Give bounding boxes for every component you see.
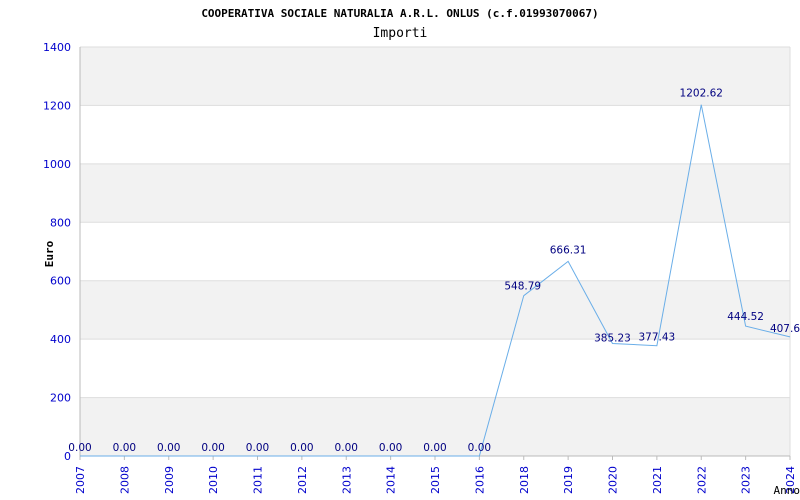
x-tick-labels: 2007 2008 2009 2010 2011 2012 2013 2014 2015 2016…: [74, 456, 797, 494]
data-label: 0.00: [335, 442, 358, 454]
y-tick-label: 400: [50, 333, 71, 346]
data-label: 666.31: [550, 244, 587, 256]
chart-title: COOPERATIVA SOCIALE NATURALIA A.R.L. ONL…: [201, 7, 598, 20]
x-tick-label: 2020: [607, 466, 620, 494]
x-tick-label: 2018: [518, 466, 531, 494]
x-tick-label: 2013: [340, 466, 353, 494]
chart: COOPERATIVA SOCIALE NATURALIA A.R.L. ONL…: [43, 7, 800, 497]
x-tick-label: 2011: [252, 466, 265, 494]
data-label: 0.00: [290, 442, 313, 454]
background-band: [80, 105, 790, 164]
x-tick-label: 2010: [207, 466, 220, 494]
background-band: [80, 339, 790, 398]
x-tick-label: 2022: [695, 466, 708, 494]
data-label: 548.79: [504, 281, 541, 293]
data-label: 0.00: [423, 442, 446, 454]
x-tick-label: 2012: [296, 466, 309, 494]
data-label: 0.00: [201, 442, 224, 454]
x-tick-label: 2021: [651, 466, 664, 494]
data-label: 0.00: [379, 442, 402, 454]
data-label: 0.00: [468, 442, 491, 454]
y-tick-label: 800: [50, 216, 71, 229]
x-tick-label: 2015: [429, 466, 442, 494]
x-tick-label: 2007: [74, 466, 87, 494]
y-axis-label: Euro: [43, 240, 56, 267]
x-tick-label: 2009: [163, 466, 176, 494]
x-tick-label: 2023: [740, 466, 753, 494]
background-bands: [80, 47, 790, 456]
y-tick-label: 1000: [43, 158, 71, 171]
y-tick-label: 1400: [43, 41, 71, 54]
x-tick-label: 2014: [385, 466, 398, 494]
data-label: 0.00: [68, 442, 91, 454]
x-tick-label: 2008: [118, 466, 131, 494]
x-tick-label: 2016: [473, 466, 486, 494]
chart-subtitle: Importi: [373, 26, 428, 41]
data-label: 444.52: [727, 311, 764, 323]
x-axis-label: Anno: [774, 484, 800, 497]
data-label: 0.00: [157, 442, 180, 454]
data-label: 377.43: [639, 332, 676, 344]
data-label: 1202.62: [680, 88, 723, 100]
x-tick-label: 2019: [562, 466, 575, 494]
background-band: [80, 163, 790, 223]
data-label: 407.6: [770, 323, 800, 335]
background-band: [80, 222, 790, 281]
y-tick-label: 600: [50, 275, 71, 288]
data-label: 0.00: [113, 442, 136, 454]
data-label: 0.00: [246, 442, 269, 454]
y-tick-label: 1200: [43, 99, 71, 112]
background-band: [80, 280, 790, 340]
data-label: 385.23: [594, 332, 631, 344]
y-tick-label: 200: [50, 392, 71, 405]
